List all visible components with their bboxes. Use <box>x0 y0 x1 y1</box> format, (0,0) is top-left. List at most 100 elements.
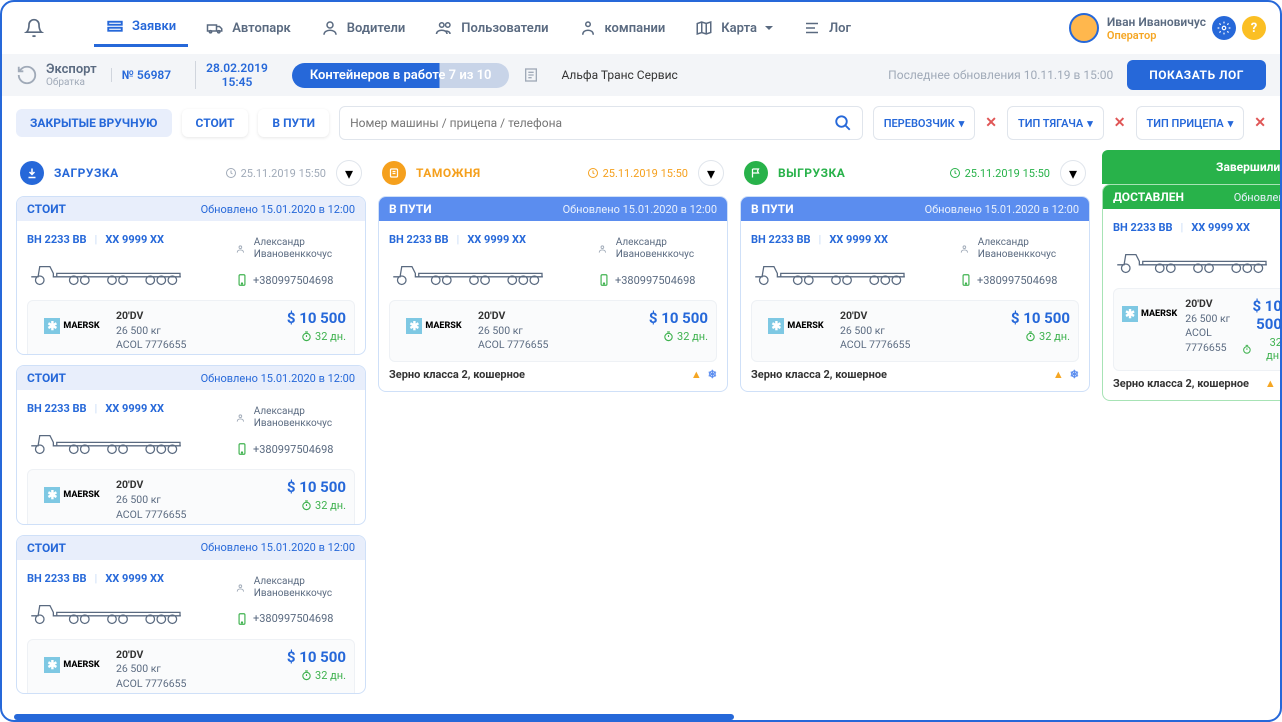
warning-icon: ▲ <box>1265 377 1276 390</box>
container-info: ✱MAERSK 20'DV26 500 кгACOL 7776655 $ 10 … <box>27 639 355 694</box>
truck-icon <box>27 252 197 288</box>
shipment-card[interactable]: СТОИТ Обновлено 15.01.2020 в 12:00 ВН 22… <box>16 535 366 694</box>
license-plates: ВН 2233 ВВ|ХХ 9999 ХХ <box>27 233 235 246</box>
show-log-button[interactable]: ПОКАЗАТЬ ЛОГ <box>1127 60 1266 90</box>
card-updated: Обновлено <box>1234 191 1280 204</box>
phone-icon <box>235 442 249 456</box>
cargo-text: Зерно класса 2, кошерное <box>389 368 525 381</box>
phone-icon <box>235 612 249 626</box>
clear-carrier[interactable]: ✕ <box>985 115 997 131</box>
phone-number: +380997504698 <box>615 274 695 287</box>
driver-name: Александр Ивановенккочус <box>254 237 355 261</box>
column-expand[interactable]: ▾ <box>698 160 724 186</box>
phone-icon <box>235 273 249 287</box>
phone-number: +380997504698 <box>253 612 333 625</box>
shipment-card[interactable]: В ПУТИ Обновлено 15.01.2020 в 12:00 ВН 2… <box>378 196 728 392</box>
shipment-card[interactable]: СТОИТ Обновлено 15.01.2020 в 12:00 ВН 22… <box>16 365 366 524</box>
card-updated: Обновлено 15.01.2020 в 12:00 <box>201 541 355 554</box>
card-status: ДОСТАВЛЕН <box>1113 190 1184 204</box>
phone-icon <box>597 273 611 287</box>
clock-icon <box>949 167 961 179</box>
card-status: СТОИТ <box>27 202 66 216</box>
info-bar: Экспорт Обратка № 56987 28.02.201915:45 … <box>2 54 1280 96</box>
dd-truck-type[interactable]: ТИП ТЯГАЧА▾ <box>1007 106 1104 140</box>
timer: 32 дн. <box>287 499 346 512</box>
kanban-board: ЗАГРУЗКА 25.11.2019 15:50 ▾ СТОИТ Обновл… <box>2 150 1280 708</box>
license-plates: ВН 2233 ВВ|ХХ 9999 ХХ <box>27 572 235 585</box>
nav-log[interactable]: Лог <box>791 11 863 45</box>
maersk-logo: ✱MAERSK <box>760 309 832 343</box>
tab-stopped[interactable]: СТОИТ <box>182 109 249 137</box>
flag-icon <box>744 161 768 185</box>
timer: 32 дн. <box>287 330 346 343</box>
snowflake-icon: ❄ <box>708 368 717 381</box>
user-chip[interactable]: Иван Ивановичус Оператор <box>1069 13 1206 43</box>
clock-icon <box>225 167 237 179</box>
bell-icon[interactable] <box>16 10 52 46</box>
maersk-logo: ✱MAERSK <box>36 648 108 682</box>
column-completed: Завершили п ДОСТАВЛЕН Обновлено ВН 2233 … <box>1102 150 1280 694</box>
help-icon[interactable]: ? <box>1242 16 1266 40</box>
truck-icon <box>389 252 559 288</box>
truck-icon <box>1113 240 1280 276</box>
top-nav: Заявки Автопарк Водители Пользователи ко… <box>2 2 1280 54</box>
timer: 32 дн. <box>1011 330 1070 343</box>
horizontal-scrollbar[interactable] <box>14 714 734 720</box>
doc-icon <box>523 67 539 83</box>
customs-icon <box>382 161 406 185</box>
undo-icon[interactable] <box>16 64 38 86</box>
nav-users[interactable]: Пользователи <box>423 11 560 45</box>
search-input[interactable] <box>350 116 834 130</box>
nav-drivers[interactable]: Водители <box>309 11 418 45</box>
search-icon[interactable] <box>834 114 852 132</box>
container-info: ✱MAERSK 20'DV26 500 кгACOL 7776655 $ 10 … <box>751 300 1079 362</box>
tab-moving[interactable]: В ПУТИ <box>258 109 329 137</box>
phone-number: +380997504698 <box>253 443 333 456</box>
driver-icon <box>235 581 246 595</box>
container-info: ✱MAERSK 20'DV26 500 кгACOL 7776655 $ 10 … <box>389 300 717 362</box>
price: $ 10 500 <box>287 648 346 666</box>
license-plates: ВН 2233 ВВ|ХХ 9999 ХХ <box>27 402 235 415</box>
shipment-card[interactable]: ДОСТАВЛЕН Обновлено ВН 2233 ВВ|ХХ 9999 Х… <box>1102 184 1280 401</box>
maersk-logo: ✱MAERSK <box>36 309 108 343</box>
nav-requests[interactable]: Заявки <box>94 10 188 47</box>
search-input-wrap[interactable] <box>339 106 863 140</box>
dd-trailer-type[interactable]: ТИП ПРИЦЕПА▾ <box>1136 106 1245 140</box>
clock-icon <box>587 167 599 179</box>
nav-map[interactable]: Карта <box>683 11 785 45</box>
nav-fleet[interactable]: Автопарк <box>194 11 303 45</box>
dd-carrier[interactable]: ПЕРЕВОЗЧИК▾ <box>873 106 976 140</box>
column-expand[interactable]: ▾ <box>336 160 362 186</box>
shipment-card[interactable]: СТОИТ Обновлено 15.01.2020 в 12:00 ВН 22… <box>16 196 366 355</box>
last-updated: Последнее обновления 10.11.19 в 15:00 <box>888 68 1113 82</box>
shipment-card[interactable]: В ПУТИ Обновлено 15.01.2020 в 12:00 ВН 2… <box>740 196 1090 392</box>
card-updated: Обновлено 15.01.2020 в 12:00 <box>925 203 1079 216</box>
card-status: СТОИТ <box>27 371 66 385</box>
tab-closed-manual[interactable]: ЗАКРЫТЫЕ ВРУЧНУЮ <box>16 109 172 137</box>
column-expand[interactable]: ▾ <box>1060 160 1086 186</box>
price: $ 10 500 <box>1242 297 1281 333</box>
price: $ 10 500 <box>1011 309 1070 327</box>
phone-number: +380997504698 <box>253 274 333 287</box>
column-loading: ЗАГРУЗКА 25.11.2019 15:50 ▾ СТОИТ Обновл… <box>16 150 366 694</box>
clear-trailer-type[interactable]: ✕ <box>1254 115 1266 131</box>
warning-icon: ▲ <box>1053 368 1064 381</box>
nav-companies[interactable]: компании <box>567 11 678 45</box>
settings-icon[interactable] <box>1212 16 1236 40</box>
license-plates: ВН 2233 ВВ|ХХ 9999 ХХ <box>389 233 597 246</box>
card-updated: Обновлено 15.01.2020 в 12:00 <box>201 372 355 385</box>
timer: 32 дн. <box>649 330 708 343</box>
driver-name: Александр Ивановенккочус <box>616 237 717 261</box>
order-number[interactable]: № 56987 <box>111 68 181 82</box>
truck-icon <box>27 421 197 457</box>
timer: 32 дн. <box>1242 336 1281 362</box>
progress-pill: Контейнеров в работе 7 из 10 <box>292 63 510 88</box>
cargo-text: Зерно класса 2, кошерное <box>751 368 887 381</box>
clear-truck-type[interactable]: ✕ <box>1114 115 1126 131</box>
cargo-text: Зерно класса 2, кошерное <box>1113 377 1249 390</box>
price: $ 10 500 <box>287 478 346 496</box>
warning-icon: ▲ <box>691 368 702 381</box>
price: $ 10 500 <box>287 309 346 327</box>
phone-number: +380997504698 <box>977 274 1057 287</box>
download-icon <box>20 161 44 185</box>
